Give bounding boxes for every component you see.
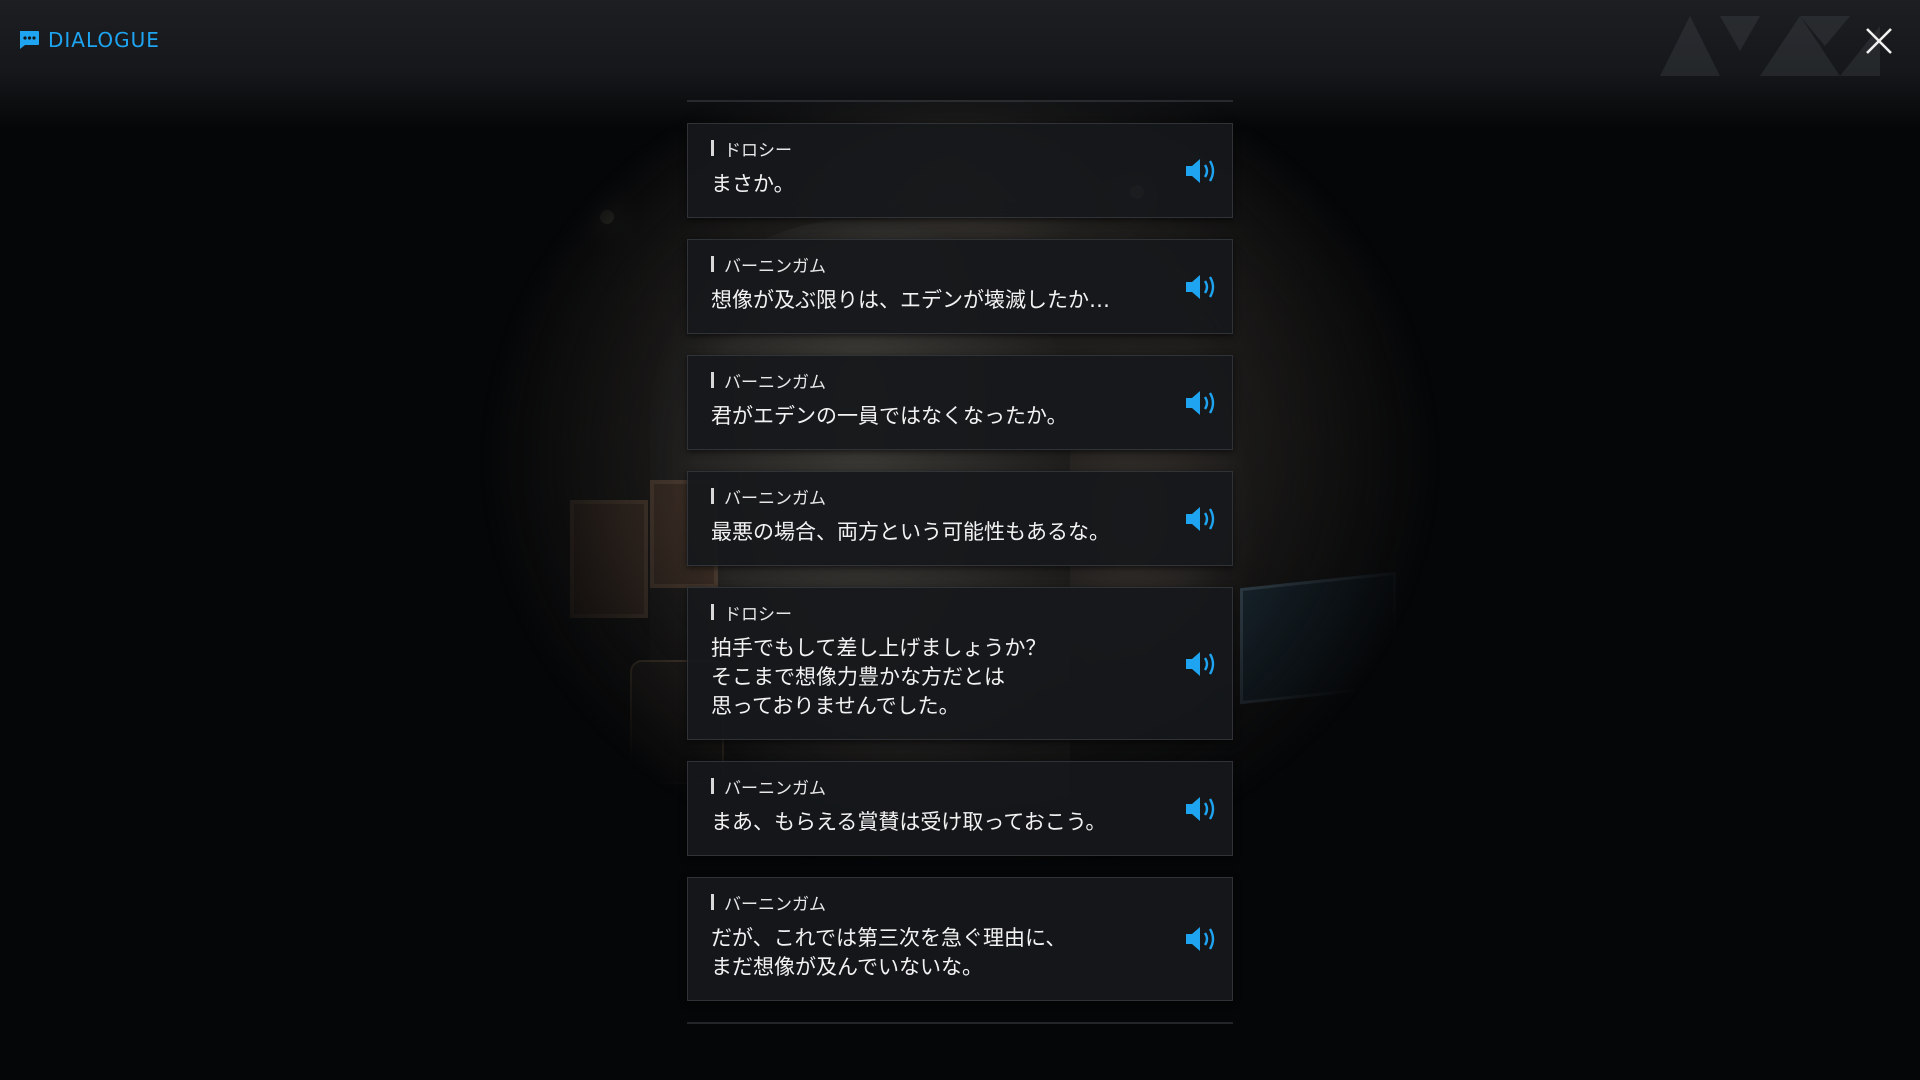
dialogue-entry: バーニンガム 最悪の場合、両方という可能性もあるな。 <box>687 471 1233 566</box>
play-voice-button[interactable] <box>1182 792 1222 826</box>
speaker-name: バーニンガム <box>711 254 1122 277</box>
speaker-name: バーニンガム <box>711 776 1122 799</box>
dialogue-text: まあ、もらえる賞賛は受け取っておこう。 <box>711 810 1107 834</box>
speaker-label: バーニンガム <box>724 894 826 915</box>
header-title-group: DIALOGUE <box>18 28 160 52</box>
wall-frame <box>570 500 648 618</box>
close-button[interactable] <box>1862 24 1896 58</box>
dialogue-entry: バーニンガム 君がエデンの一員ではなくなったか。 <box>687 355 1233 450</box>
dialogue-text: だが、これでは第三次を急ぐ理由に、 まだ想像が及んでいないな。 <box>711 926 1067 979</box>
play-voice-button[interactable] <box>1182 502 1222 536</box>
decorative-triangles <box>1660 16 1880 76</box>
play-voice-button[interactable] <box>1182 647 1222 681</box>
play-voice-button[interactable] <box>1182 922 1222 956</box>
speaker-icon[interactable] <box>1182 154 1222 188</box>
play-voice-button[interactable] <box>1182 270 1222 304</box>
speaker-label: バーニンガム <box>724 488 826 509</box>
speaker-marker <box>711 488 714 504</box>
speaker-marker <box>711 372 714 388</box>
speaker-label: バーニンガム <box>724 256 826 277</box>
dialogue-entry: バーニンガム まあ、もらえる賞賛は受け取っておこう。 <box>687 761 1233 856</box>
speaker-name: バーニンガム <box>711 486 1122 509</box>
speaker-label: バーニンガム <box>724 778 826 799</box>
dialogue-text: 想像が及ぶ限りは、エデンが壊滅したか… <box>711 288 1110 312</box>
speaker-marker <box>711 894 714 910</box>
dialogue-list[interactable]: ドロシー まさか。 バーニンガム 想像が及ぶ限りは、エデンが壊滅したか… バーニ… <box>687 100 1233 1024</box>
speaker-label: ドロシー <box>724 604 792 625</box>
speaker-marker <box>711 778 714 794</box>
dialogue-text: まさか。 <box>711 172 795 196</box>
list-bottom-edge <box>687 1022 1233 1024</box>
speaker-marker <box>711 140 714 156</box>
speaker-label: バーニンガム <box>724 372 826 393</box>
speaker-name: バーニンガム <box>711 370 1122 393</box>
speaker-name: バーニンガム <box>711 892 1122 915</box>
dialogue-entry: ドロシー まさか。 <box>687 123 1233 218</box>
play-voice-button[interactable] <box>1182 386 1222 420</box>
speaker-marker <box>711 256 714 272</box>
dialogue-entry: バーニンガム だが、これでは第三次を急ぐ理由に、 まだ想像が及んでいないな。 <box>687 877 1233 1001</box>
close-icon[interactable] <box>1862 24 1896 58</box>
speaker-marker <box>711 604 714 620</box>
speaker-icon[interactable] <box>1182 270 1222 304</box>
ceiling-light <box>600 210 614 224</box>
laptop <box>1240 571 1396 705</box>
speaker-icon[interactable] <box>1182 792 1222 826</box>
speaker-icon[interactable] <box>1182 922 1222 956</box>
speaker-name: ドロシー <box>711 138 1122 161</box>
dialogue-entry: バーニンガム 想像が及ぶ限りは、エデンが壊滅したか… <box>687 239 1233 334</box>
dialogue-log-screen: DIALOGUE ドロシー まさか。 バーニンガム 想像が及ぶ限りは、エデンが壊… <box>0 0 1920 1080</box>
page-title: DIALOGUE <box>48 28 160 52</box>
chat-icon <box>18 30 40 50</box>
dialogue-text: 最悪の場合、両方という可能性もあるな。 <box>711 520 1110 544</box>
speaker-name: ドロシー <box>711 602 1122 625</box>
speaker-label: ドロシー <box>724 140 792 161</box>
dialogue-text: 君がエデンの一員ではなくなったか。 <box>711 404 1068 428</box>
speaker-icon[interactable] <box>1182 386 1222 420</box>
dialogue-text: 拍手でもして差し上げましょうか？ そこまで想像力豊かな方だとは 思っておりません… <box>711 636 1047 718</box>
dialogue-entry: ドロシー 拍手でもして差し上げましょうか？ そこまで想像力豊かな方だとは 思って… <box>687 587 1233 740</box>
speaker-icon[interactable] <box>1182 502 1222 536</box>
list-top-edge <box>687 100 1233 102</box>
speaker-icon[interactable] <box>1182 647 1222 681</box>
play-voice-button[interactable] <box>1182 154 1222 188</box>
